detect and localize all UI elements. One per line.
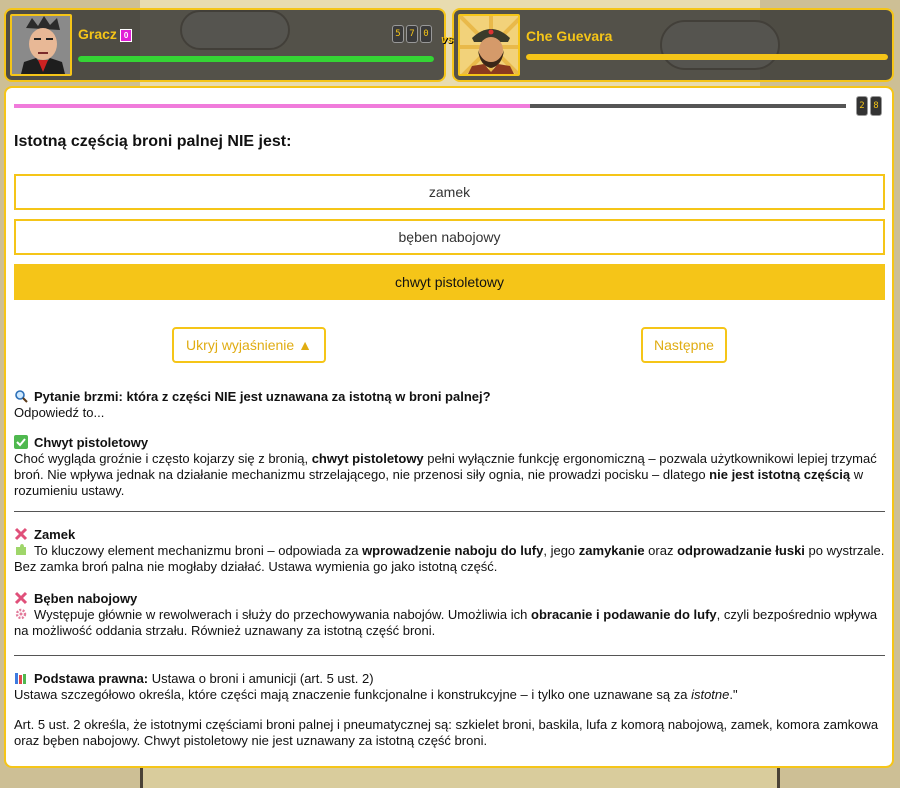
section-subtitle: Ustawa o broni i amunicji (art. 5 ust. 2… — [148, 671, 374, 686]
answer-option[interactable]: zamek — [14, 174, 885, 210]
section-title: Chwyt pistoletowy — [34, 435, 149, 450]
magnifier-icon — [14, 389, 28, 403]
cross-icon — [14, 527, 28, 541]
books-icon — [14, 671, 28, 685]
health-fill-left — [78, 56, 434, 62]
counter-digit: 8 — [870, 96, 882, 116]
section-body: Choć wygląda groźnie i często kojarzy si… — [14, 451, 877, 498]
player-panel-right: Che Guevara — [452, 8, 894, 82]
score-digit: 7 — [406, 25, 418, 43]
score-digit: 5 — [392, 25, 404, 43]
question-text: Istotną częścią broni palnej NIE jest: — [14, 133, 292, 150]
section-title: Bęben nabojowy — [34, 591, 138, 606]
level-badge: 0 — [119, 28, 133, 42]
quiz-progress-bar — [14, 104, 846, 108]
next-button[interactable]: Następne — [641, 327, 727, 363]
counter-digit: 2 — [856, 96, 868, 116]
player-panel-left: Gracz 0 5 7 0 — [4, 8, 446, 82]
player-name-text: Gracz — [78, 26, 117, 42]
opponent-avatar — [458, 14, 520, 76]
intro-title: Pytanie brzmi: która z części NIE jest u… — [34, 389, 491, 404]
vs-label: vs — [441, 34, 454, 46]
score-digit: 0 — [420, 25, 432, 43]
health-bar-left — [78, 56, 434, 62]
explanation-section-legal: Podstawa prawna: Ustawa o broni i amunic… — [14, 671, 886, 749]
intro-text: Odpowiedź to... — [14, 405, 105, 420]
explanation-intro: Pytanie brzmi: która z części NIE jest u… — [14, 389, 886, 421]
question-counter: 2 8 — [856, 96, 882, 116]
answer-option[interactable]: bęben nabojowy — [14, 219, 885, 255]
section-paragraph: Art. 5 ust. 2 określa, że istotnymi częś… — [14, 717, 879, 748]
health-fill-right — [526, 54, 888, 60]
explanation-section-cylinder: Bęben nabojowy Występuje głównie w rewol… — [14, 591, 886, 639]
puzzle-icon — [14, 543, 28, 557]
opponent-name: Che Guevara — [526, 28, 613, 44]
explanation-section-grip: Chwyt pistoletowy Choć wygląda groźnie i… — [14, 435, 886, 499]
section-title: Zamek — [34, 527, 76, 542]
section-body: Występuje głównie w rewolwerach i służy … — [14, 607, 878, 638]
section-title: Podstawa prawna: — [34, 671, 149, 686]
gear-icon — [14, 607, 28, 621]
answer-option-selected[interactable]: chwyt pistoletowy — [14, 264, 885, 300]
section-body: To kluczowy element mechanizmu broni – o… — [14, 543, 885, 574]
player-avatar — [10, 14, 72, 76]
hide-explanation-button[interactable]: Ukryj wyjaśnienie ▲ — [172, 327, 326, 363]
section-divider — [14, 655, 885, 656]
section-body: Ustawa szczegółowo określa, które części… — [14, 687, 738, 702]
quiz-progress-fill — [14, 104, 530, 108]
check-icon — [14, 435, 28, 449]
quiz-card: 2 8 Istotną częścią broni palnej NIE jes… — [4, 86, 894, 768]
health-bar-right — [526, 54, 888, 60]
section-divider — [14, 511, 885, 512]
explanation-section-bolt: Zamek To kluczowy element mechanizmu bro… — [14, 527, 886, 575]
player-name: Gracz 0 — [78, 26, 133, 42]
score-display: 5 7 0 — [392, 25, 432, 43]
cross-icon — [14, 591, 28, 605]
